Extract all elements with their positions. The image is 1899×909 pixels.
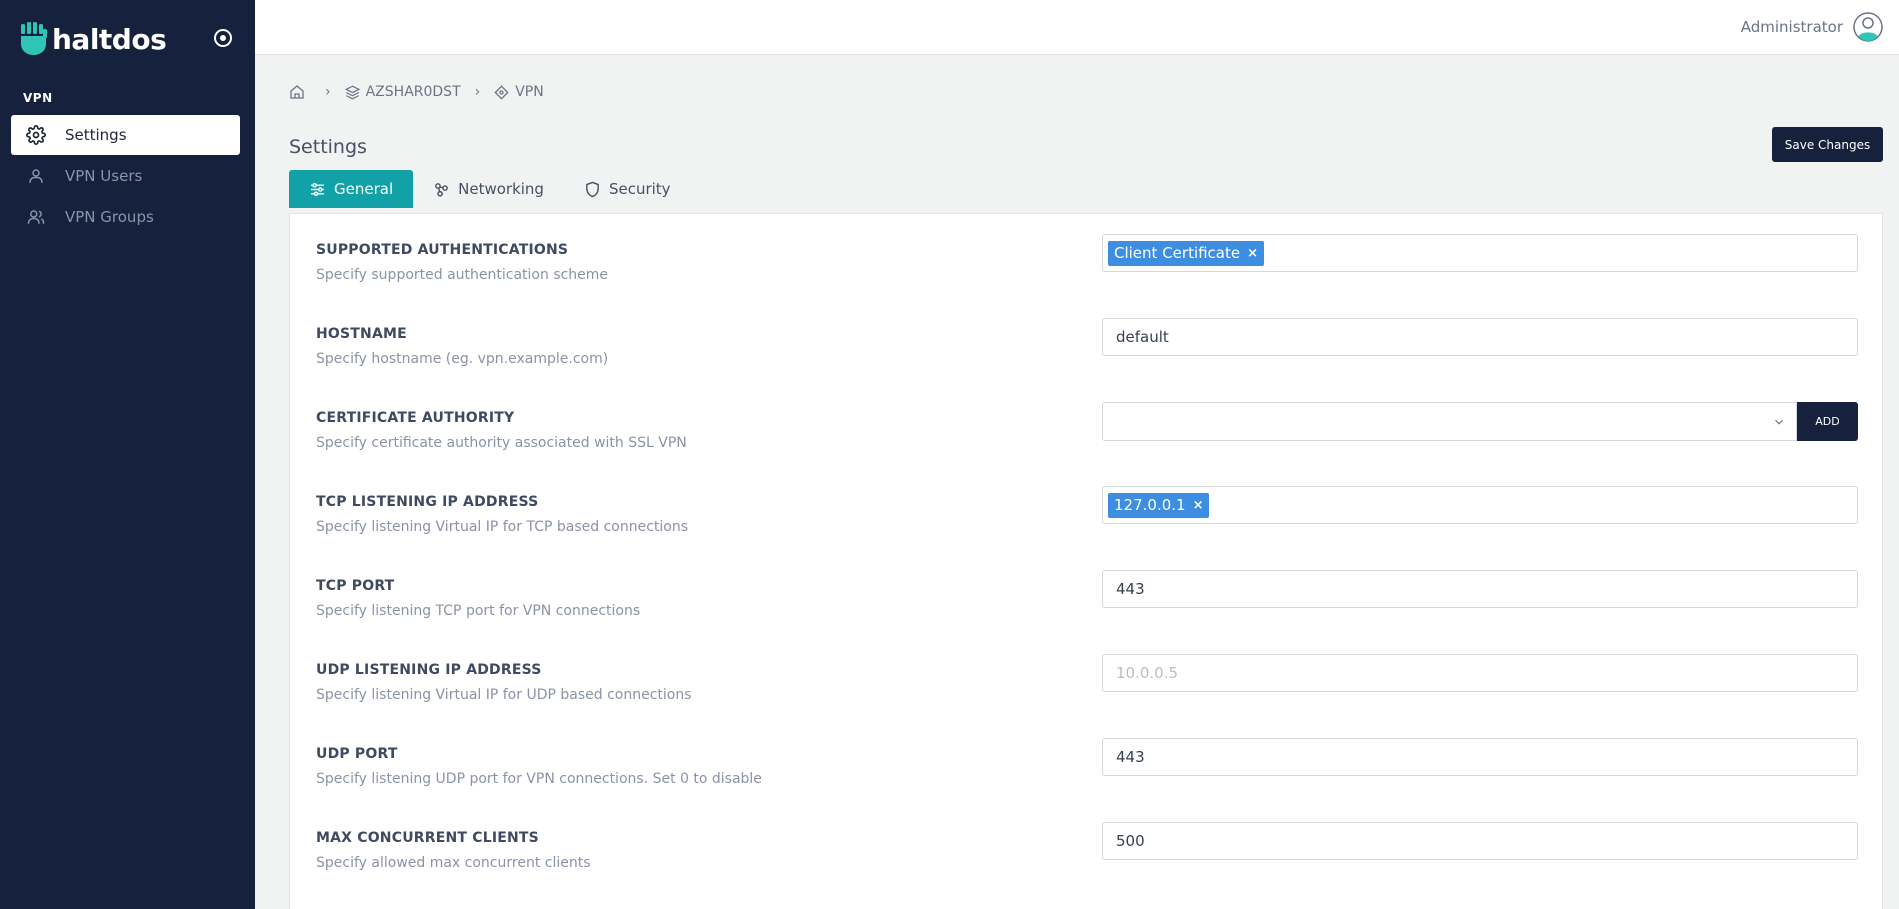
breadcrumb-item-current: VPN xyxy=(494,84,544,100)
udp-listening-ip-input[interactable]: 10.0.0.5 xyxy=(1102,654,1858,692)
tcp-listening-ip-tag-input[interactable]: 127.0.0.1 × xyxy=(1102,486,1858,524)
setting-description: Specify listening Virtual IP for TCP bas… xyxy=(316,519,688,535)
setting-description: Specify listening TCP port for VPN conne… xyxy=(316,603,641,619)
setting-label: SUPPORTED AUTHENTICATIONS xyxy=(316,242,569,258)
setting-tcp-port: TCP PORT Specify listening TCP port for … xyxy=(316,570,1858,628)
tab-security[interactable]: Security xyxy=(564,170,691,208)
setting-max-concurrent-clients: MAX CONCURRENT CLIENTS Specify allowed m… xyxy=(316,822,1858,880)
setting-description: Specify certificate authority associated… xyxy=(316,435,687,451)
shield-icon xyxy=(586,181,599,197)
setting-description: Specify allowed max concurrent clients xyxy=(316,855,591,871)
supported-authentications-tag-input[interactable]: Client Certificate × xyxy=(1102,234,1858,272)
setting-supported-authentications: SUPPORTED AUTHENTICATIONS Specify suppor… xyxy=(316,234,1858,292)
setting-udp-listening-ip: UDP LISTENING IP ADDRESS Specify listeni… xyxy=(316,654,1858,712)
tab-general[interactable]: General xyxy=(289,170,414,208)
setting-udp-port: UDP PORT Specify listening UDP port for … xyxy=(316,738,1858,796)
target-icon xyxy=(494,84,509,100)
hostname-input[interactable]: default xyxy=(1102,318,1858,356)
setting-label: CERTIFICATE AUTHORITY xyxy=(316,410,515,426)
add-certificate-authority-button[interactable]: ADD xyxy=(1797,402,1858,441)
setting-label: TCP LISTENING IP ADDRESS xyxy=(316,494,539,510)
breadcrumb-home[interactable] xyxy=(289,84,311,100)
setting-label: UDP LISTENING IP ADDRESS xyxy=(316,662,542,678)
breadcrumb-item[interactable]: AZSHAR0DST xyxy=(344,84,461,100)
users-icon xyxy=(25,206,47,228)
setting-label: UDP PORT xyxy=(316,746,398,762)
logo-fist-icon xyxy=(21,22,47,55)
certificate-authority-control: ADD xyxy=(1102,402,1858,441)
sidebar-item-label: VPN Groups xyxy=(65,208,154,226)
sidebar-nav: Settings VPN Users VPN Groups xyxy=(11,115,240,238)
tcp-port-input[interactable]: 443 xyxy=(1102,570,1858,608)
home-icon xyxy=(290,85,304,99)
setting-description: Specify supported authentication scheme xyxy=(316,267,609,283)
sliders-icon xyxy=(311,182,324,196)
sidebar: haltdos VPN Settings VPN Users VPN Group… xyxy=(0,0,255,909)
sidebar-toggle-icon[interactable] xyxy=(212,27,234,49)
breadcrumb: › AZSHAR0DST › VPN xyxy=(289,84,544,100)
tag-chip: Client Certificate × xyxy=(1108,240,1265,266)
logo-text: haltdos xyxy=(52,22,167,56)
setting-tcp-listening-ip: TCP LISTENING IP ADDRESS Specify listeni… xyxy=(316,486,1858,544)
breadcrumb-separator: › xyxy=(474,84,481,100)
sidebar-item-vpn-users[interactable]: VPN Users xyxy=(11,156,240,196)
sidebar-item-label: Settings xyxy=(65,126,127,144)
setting-description: Specify listening Virtual IP for UDP bas… xyxy=(316,687,692,703)
setting-label: HOSTNAME xyxy=(316,326,407,342)
user-menu[interactable]: Administrator xyxy=(1741,12,1883,42)
setting-description: Specify hostname (eg. vpn.example.com) xyxy=(316,351,609,367)
chevron-down-icon xyxy=(1775,419,1783,425)
user-name: Administrator xyxy=(1740,18,1843,36)
avatar-icon xyxy=(1853,12,1883,42)
page-title: Settings xyxy=(289,136,367,158)
logo[interactable]: haltdos xyxy=(20,22,167,56)
tab-bar: General Networking Security xyxy=(289,170,691,208)
setting-certificate-authority: CERTIFICATE AUTHORITY Specify certificat… xyxy=(316,402,1858,460)
tag-chip: 127.0.0.1 × xyxy=(1108,492,1210,518)
sidebar-item-settings[interactable]: Settings xyxy=(11,115,240,155)
tab-networking[interactable]: Networking xyxy=(413,170,564,208)
setting-description: Specify listening UDP port for VPN conne… xyxy=(316,771,762,787)
save-changes-button[interactable]: Save Changes xyxy=(1772,127,1883,162)
sidebar-section-label: VPN xyxy=(23,91,53,105)
udp-port-input[interactable]: 443 xyxy=(1102,738,1858,776)
tag-remove-icon[interactable]: × xyxy=(1193,498,1204,513)
certificate-authority-select[interactable] xyxy=(1102,402,1797,441)
topbar: Administrator xyxy=(255,0,1899,55)
network-icon xyxy=(435,182,448,197)
sidebar-item-vpn-groups[interactable]: VPN Groups xyxy=(11,197,240,237)
setting-hostname: HOSTNAME Specify hostname (eg. vpn.examp… xyxy=(316,318,1858,376)
max-concurrent-clients-input[interactable]: 500 xyxy=(1102,822,1858,860)
settings-panel: SUPPORTED AUTHENTICATIONS Specify suppor… xyxy=(289,213,1883,909)
user-icon xyxy=(25,165,47,187)
layers-icon xyxy=(344,85,360,99)
setting-label: MAX CONCURRENT CLIENTS xyxy=(316,830,539,846)
tag-remove-icon[interactable]: × xyxy=(1247,246,1258,261)
gear-icon xyxy=(25,124,47,146)
sidebar-item-label: VPN Users xyxy=(65,167,143,185)
setting-label: TCP PORT xyxy=(316,578,395,594)
breadcrumb-separator: › xyxy=(325,84,331,100)
